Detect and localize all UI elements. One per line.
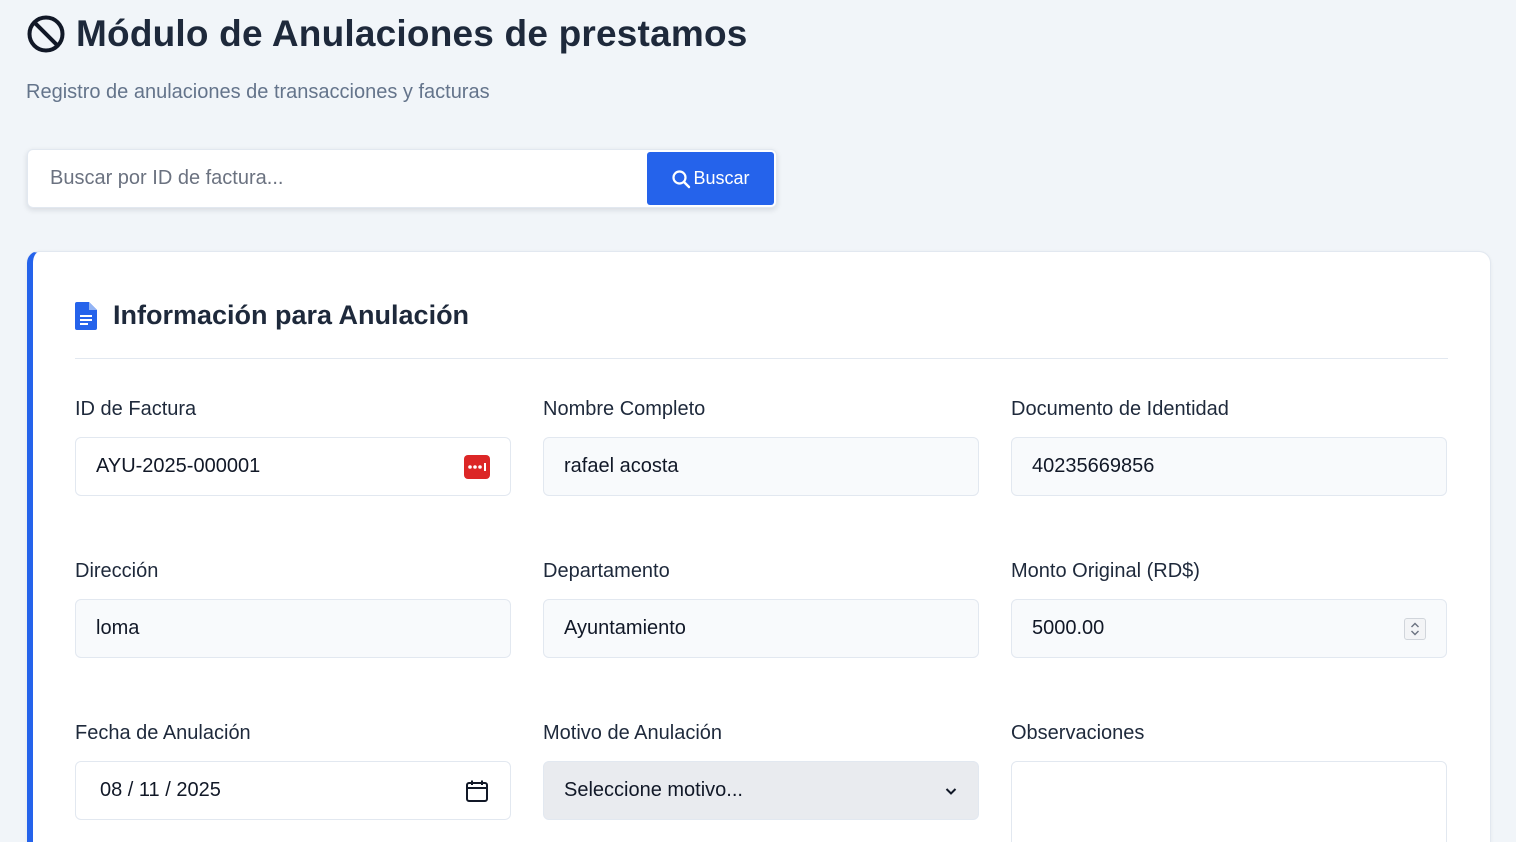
page-title: Módulo de Anulaciones de prestamos — [76, 13, 748, 54]
invoice-id-label: ID de Factura — [75, 398, 197, 420]
department-value: Ayuntamiento — [564, 617, 686, 639]
field-original-amount: Monto Original (RD$) 5000.00 — [1011, 559, 1447, 658]
search-icon — [671, 169, 691, 189]
id-document-input[interactable]: 40235669856 — [1011, 437, 1447, 496]
password-dots-icon[interactable] — [464, 454, 490, 480]
card-title: Información para Anulación — [113, 300, 470, 330]
card-divider — [75, 358, 1448, 359]
field-cancel-reason: Motivo de Anulación Seleccione motivo... — [543, 721, 979, 820]
address-input[interactable]: loma — [75, 599, 511, 658]
title-row: Módulo de Anulaciones de prestamos — [26, 12, 748, 56]
field-department: Departamento Ayuntamiento — [543, 559, 979, 658]
card-header: Información para Anulación — [75, 300, 469, 331]
field-cancel-date: Fecha de Anulación 08 / 11 / 2025 — [75, 721, 511, 820]
calendar-icon[interactable] — [464, 778, 490, 804]
observations-label: Observaciones — [1011, 722, 1145, 744]
cancel-reason-label: Motivo de Anulación — [543, 722, 723, 744]
address-label: Dirección — [75, 560, 159, 582]
cancel-date-input[interactable]: 08 / 11 / 2025 — [75, 761, 511, 820]
search-input[interactable] — [30, 152, 647, 205]
field-full-name: Nombre Completo rafael acosta — [543, 397, 979, 496]
field-address: Dirección loma — [75, 559, 511, 658]
department-label: Departamento — [543, 560, 670, 582]
field-invoice-id: ID de Factura AYU-2025-000001 — [75, 397, 511, 496]
department-input[interactable]: Ayuntamiento — [543, 599, 979, 658]
number-spinner-icon[interactable] — [1404, 617, 1426, 640]
original-amount-input[interactable]: 5000.00 — [1011, 599, 1447, 658]
page-header: Módulo de Anulaciones de prestamos Regis… — [26, 12, 748, 104]
chevron-down-icon — [944, 784, 958, 798]
full-name-label: Nombre Completo — [543, 398, 706, 420]
invoice-id-input[interactable]: AYU-2025-000001 — [75, 437, 511, 496]
cancel-reason-value: Seleccione motivo... — [564, 779, 743, 801]
full-name-input[interactable]: rafael acosta — [543, 437, 979, 496]
full-name-value: rafael acosta — [564, 455, 679, 477]
observations-textarea[interactable] — [1011, 761, 1447, 842]
invoice-id-value: AYU-2025-000001 — [96, 455, 261, 477]
field-observations: Observaciones — [1011, 721, 1447, 842]
address-value: loma — [96, 617, 140, 639]
original-amount-value: 5000.00 — [1032, 617, 1105, 639]
original-amount-label: Monto Original (RD$) — [1011, 560, 1200, 582]
search-bar: Buscar — [27, 149, 777, 208]
search-button-label: Buscar — [693, 168, 750, 188]
id-document-label: Documento de Identidad — [1011, 398, 1229, 420]
cancel-date-value: 08 / 11 / 2025 — [100, 779, 221, 801]
file-lines-icon — [75, 301, 97, 330]
field-id-document: Documento de Identidad 40235669856 — [1011, 397, 1447, 496]
page-subtitle: Registro de anulaciones de transacciones… — [26, 81, 490, 103]
ban-icon — [26, 14, 66, 54]
search-button[interactable]: Buscar — [647, 152, 774, 205]
id-document-value: 40235669856 — [1032, 455, 1155, 477]
cancel-reason-select[interactable]: Seleccione motivo... — [543, 761, 979, 820]
cancellation-card: Información para Anulación ID de Factura… — [27, 251, 1491, 842]
cancel-date-label: Fecha de Anulación — [75, 722, 251, 744]
